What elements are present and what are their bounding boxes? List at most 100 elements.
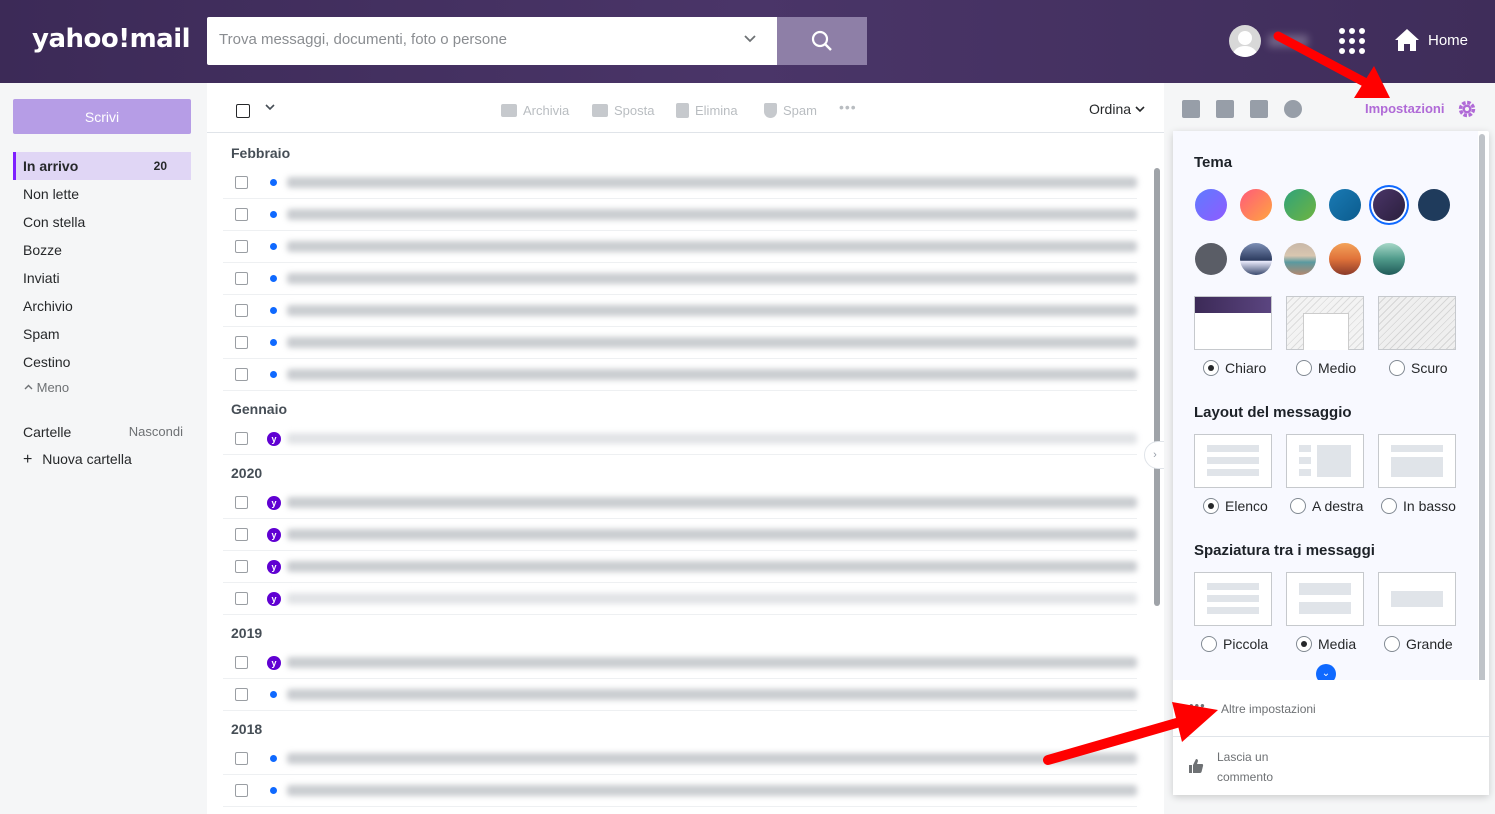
theme-mode-light-preview[interactable] <box>1194 296 1272 350</box>
account-name-blurred[interactable] <box>1268 35 1308 47</box>
chevron-down-icon[interactable] <box>743 31 757 48</box>
theme-swatch-lake[interactable] <box>1373 243 1405 275</box>
new-folder-button[interactable]: + Nuova cartella <box>23 451 132 469</box>
table-row[interactable] <box>223 199 1137 231</box>
expand-more-icon[interactable]: ⌄ <box>1316 664 1336 680</box>
row-checkbox[interactable] <box>235 752 248 765</box>
row-checkbox[interactable] <box>235 176 248 189</box>
table-row[interactable] <box>223 775 1137 807</box>
radio-on[interactable] <box>1203 360 1219 376</box>
radio-off[interactable] <box>1381 498 1397 514</box>
spacing-large-radio[interactable]: Grande <box>1384 636 1453 652</box>
table-row[interactable] <box>223 263 1137 295</box>
sort-dropdown[interactable]: Ordina <box>1089 101 1145 117</box>
row-checkbox[interactable] <box>235 784 248 797</box>
table-row[interactable]: y <box>223 647 1137 679</box>
spacing-medium-radio[interactable]: Media <box>1296 636 1356 652</box>
theme-swatch[interactable] <box>1195 189 1227 221</box>
sidebar-item-trash[interactable]: Cestino <box>13 348 191 376</box>
radio-off[interactable] <box>1384 636 1400 652</box>
theme-mode-medium-radio[interactable]: Medio <box>1296 360 1356 376</box>
settings-scrollbar[interactable] <box>1479 134 1485 683</box>
delete-button[interactable]: Elimina <box>676 103 738 118</box>
search-input[interactable] <box>219 31 719 48</box>
show-less-toggle[interactable]: Meno <box>24 380 69 395</box>
calendar-icon[interactable] <box>1216 100 1234 118</box>
row-checkbox[interactable] <box>235 272 248 285</box>
more-actions-button[interactable]: ••• <box>839 99 857 115</box>
table-row[interactable] <box>223 167 1137 199</box>
layout-bottom-radio[interactable]: In basso <box>1381 498 1456 514</box>
layout-right-preview[interactable] <box>1286 434 1364 488</box>
unread-dot[interactable] <box>270 371 277 378</box>
unread-dot[interactable] <box>270 755 277 762</box>
unread-dot[interactable] <box>270 211 277 218</box>
row-checkbox[interactable] <box>235 368 248 381</box>
layout-list-radio[interactable]: Elenco <box>1203 498 1268 514</box>
settings-link[interactable]: Impostazioni <box>1365 101 1444 116</box>
theme-swatch[interactable] <box>1240 189 1272 221</box>
theme-swatch[interactable] <box>1329 189 1361 221</box>
more-settings-row[interactable]: ••• Altre impostazioni <box>1173 680 1489 737</box>
spacing-small-radio[interactable]: Piccola <box>1201 636 1268 652</box>
feedback-row[interactable]: Lascia un commento <box>1173 737 1489 795</box>
archive-button[interactable]: Archivia <box>501 103 569 118</box>
row-checkbox[interactable] <box>235 432 248 445</box>
row-checkbox[interactable] <box>235 240 248 253</box>
table-row[interactable] <box>223 327 1137 359</box>
more-settings-link[interactable]: Altre impostazioni <box>1221 702 1316 716</box>
sidebar-item-drafts[interactable]: Bozze <box>13 236 191 264</box>
search-box[interactable] <box>207 17 777 65</box>
search-button[interactable] <box>777 17 867 65</box>
feedback-line-2[interactable]: commento <box>1217 770 1273 784</box>
sidebar-item-starred[interactable]: Con stella <box>13 208 191 236</box>
notepad-icon[interactable] <box>1250 100 1268 118</box>
unread-dot[interactable] <box>270 243 277 250</box>
row-checkbox[interactable] <box>235 688 248 701</box>
table-row[interactable] <box>223 295 1137 327</box>
sidebar-item-sent[interactable]: Inviati <box>13 264 191 292</box>
table-row[interactable]: y <box>223 519 1137 551</box>
spacing-medium-preview[interactable] <box>1286 572 1364 626</box>
layout-right-radio[interactable]: A destra <box>1290 498 1363 514</box>
spam-button[interactable]: Spam <box>764 103 817 118</box>
theme-swatch[interactable] <box>1418 189 1450 221</box>
message-list-scrollbar[interactable] <box>1154 168 1160 606</box>
row-checkbox[interactable] <box>235 336 248 349</box>
unread-dot[interactable] <box>270 691 277 698</box>
theme-mode-light-radio[interactable]: Chiaro <box>1203 360 1266 376</box>
theme-swatch-sunset[interactable] <box>1329 243 1361 275</box>
sidebar-item-archive[interactable]: Archivio <box>13 292 191 320</box>
layout-bottom-preview[interactable] <box>1378 434 1456 488</box>
table-row[interactable] <box>223 231 1137 263</box>
theme-mode-medium-preview[interactable] <box>1286 296 1364 350</box>
table-row[interactable] <box>223 679 1137 711</box>
radio-on[interactable] <box>1203 498 1219 514</box>
unread-dot[interactable] <box>270 339 277 346</box>
move-button[interactable]: Sposta <box>592 103 654 118</box>
radio-off[interactable] <box>1290 498 1306 514</box>
unread-dot[interactable] <box>270 787 277 794</box>
hide-folders-link[interactable]: Nascondi <box>129 424 183 439</box>
feedback-line-1[interactable]: Lascia un <box>1217 750 1268 764</box>
row-checkbox[interactable] <box>235 560 248 573</box>
unread-dot[interactable] <box>270 307 277 314</box>
unread-dot[interactable] <box>270 275 277 282</box>
select-all-checkbox[interactable] <box>236 104 250 118</box>
row-checkbox[interactable] <box>235 304 248 317</box>
sidebar-item-inbox[interactable]: In arrivo 20 <box>13 152 191 180</box>
unread-dot[interactable] <box>270 179 277 186</box>
table-row[interactable]: y <box>223 583 1137 615</box>
radio-off[interactable] <box>1389 360 1405 376</box>
apps-grid-icon[interactable] <box>1339 28 1365 54</box>
theme-swatch[interactable] <box>1284 189 1316 221</box>
avatar[interactable] <box>1229 25 1261 57</box>
radio-off[interactable] <box>1296 360 1312 376</box>
table-row[interactable] <box>223 743 1137 775</box>
theme-mode-dark-preview[interactable] <box>1378 296 1456 350</box>
gear-icon[interactable] <box>1457 99 1477 119</box>
layout-list-preview[interactable] <box>1194 434 1272 488</box>
sidebar-item-unread[interactable]: Non lette <box>13 180 191 208</box>
sidebar-item-spam[interactable]: Spam <box>13 320 191 348</box>
theme-swatch[interactable] <box>1195 243 1227 275</box>
